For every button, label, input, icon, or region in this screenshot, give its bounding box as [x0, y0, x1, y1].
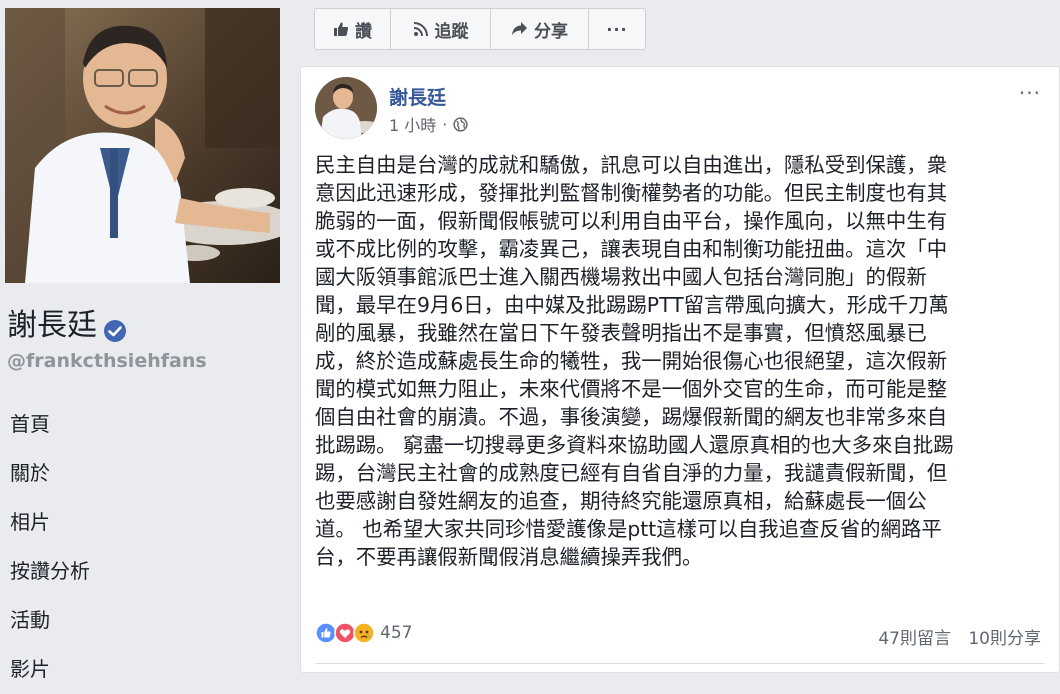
- post-meta: 1 小時 ·: [389, 112, 469, 136]
- follow-label: 追蹤: [434, 21, 469, 42]
- nav-item-events[interactable]: 活動: [0, 596, 296, 645]
- post-text: 民主自由是台灣的成就和驕傲，訊息可以自由進出，隱私受到保護，衆 意因此迅速形成，…: [315, 153, 954, 569]
- post-card: 謝長廷 1 小時 · ··· 民主自由是台灣的成就和驕傲，訊息可以自由進出，隱私…: [300, 66, 1060, 673]
- like-page-button[interactable]: 讚: [315, 9, 391, 49]
- follow-button[interactable]: 追蹤: [391, 9, 491, 49]
- profile-name-text[interactable]: 謝長廷: [7, 306, 97, 346]
- nav-item-home[interactable]: 首頁: [0, 400, 296, 449]
- nav-item-photos[interactable]: 相片: [0, 498, 296, 547]
- page-title[interactable]: 謝長廷: [7, 306, 127, 346]
- post-timestamp[interactable]: 1 小時: [389, 112, 436, 136]
- share-label: 分享: [534, 21, 568, 42]
- globe-icon[interactable]: [453, 116, 469, 132]
- like-label: 讚: [355, 21, 372, 42]
- post-options-button[interactable]: ···: [1019, 81, 1041, 105]
- sad-reaction-icon: [353, 622, 375, 644]
- comment-count-link[interactable]: 47則留言: [878, 629, 951, 649]
- meta-separator: ·: [442, 114, 448, 134]
- nav-item-about[interactable]: 關於: [0, 449, 296, 498]
- more-options-button[interactable]: ···: [589, 9, 645, 49]
- post-author-link[interactable]: 謝長廷: [389, 83, 446, 110]
- profile-handle[interactable]: @frankcthsiehfans: [7, 350, 207, 372]
- verified-icon: [103, 314, 127, 342]
- share-arrow-icon: [511, 21, 528, 37]
- reaction-count: 457: [380, 623, 413, 643]
- rss-icon: [413, 21, 429, 37]
- nav-item-insights[interactable]: 按讚分析: [0, 547, 296, 596]
- avatar[interactable]: [315, 77, 377, 139]
- left-column: 謝長廷 @frankcthsiehfans 首頁 關於 相片 按讚分析 活動 影…: [0, 0, 296, 681]
- nav-item-videos[interactable]: 影片: [0, 645, 296, 694]
- main-column: 讚 追蹤 分享 ··· 謝長廷 1 小時 · ··· 民主自由是台灣的成就和驕傲…: [296, 0, 1060, 673]
- engagement-counts: 47則留言 10則分享: [866, 624, 1041, 649]
- page-nav: 首頁 關於 相片 按讚分析 活動 影片: [0, 400, 296, 694]
- share-count-link[interactable]: 10則分享: [968, 629, 1041, 649]
- profile-photo[interactable]: [5, 8, 280, 283]
- thumbs-up-icon: [333, 21, 349, 37]
- reactions-summary[interactable]: 457: [315, 622, 412, 644]
- share-button[interactable]: 分享: [491, 9, 589, 49]
- page-action-bar: 讚 追蹤 分享 ···: [314, 8, 646, 50]
- divider: [315, 663, 1045, 664]
